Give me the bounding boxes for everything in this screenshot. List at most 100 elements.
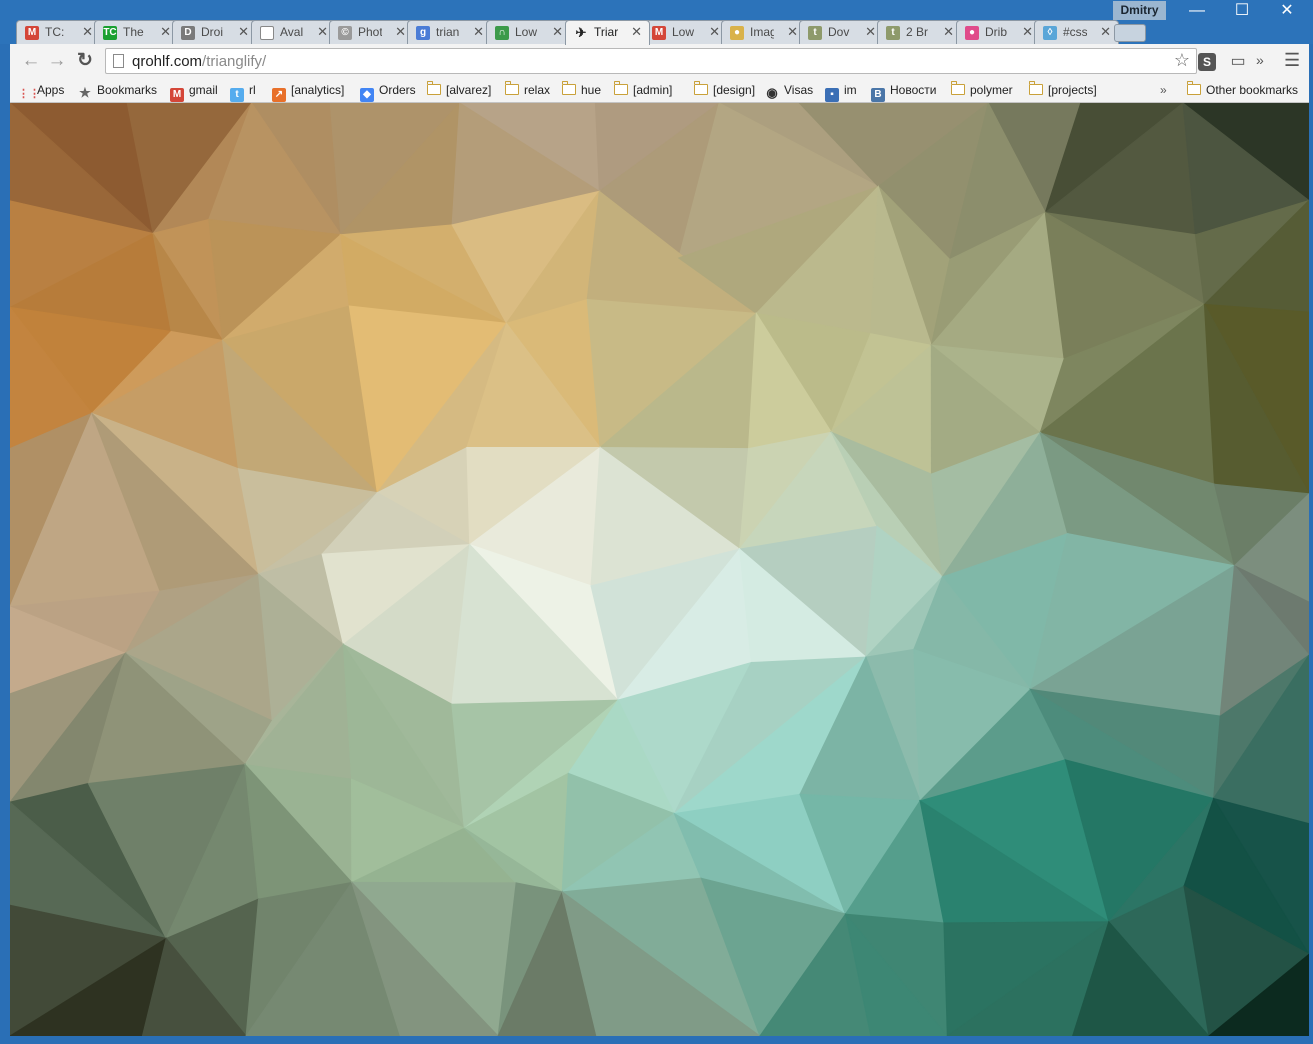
- techcrunch-icon: TC: [103, 26, 117, 40]
- maximize-button[interactable]: ☐: [1220, 0, 1264, 22]
- bookmark-label: im: [844, 83, 857, 97]
- tab-13[interactable]: ◊ #css ✕: [1034, 20, 1119, 44]
- tab-title: Drib: [985, 25, 1008, 39]
- extension-s-icon[interactable]: S: [1198, 53, 1216, 71]
- tab-title: Triar: [594, 25, 618, 39]
- cast-icon[interactable]: ▭: [1228, 52, 1248, 72]
- tab-strip: M TC: ✕ TC The ✕ D Droi ✕ Aval ✕ © Phot ✕ g trian ✕ ∩ Low…: [16, 20, 1166, 45]
- gmail-icon: M: [170, 88, 184, 102]
- close-window-button[interactable]: ✕: [1265, 0, 1309, 22]
- bookmark-label: Visas: [784, 83, 814, 97]
- bookmark-2[interactable]: Mgmail: [170, 78, 218, 102]
- tab-close-icon[interactable]: ✕: [395, 21, 406, 43]
- chrome-menu-icon[interactable]: ☰: [1284, 50, 1300, 71]
- address-bar[interactable]: qrohlf.com/trianglify/ ☆: [105, 48, 1197, 74]
- reload-button[interactable]: ↻: [72, 48, 98, 74]
- bookmark-label: Bookmarks: [97, 83, 158, 97]
- tab-11[interactable]: t 2 Br ✕: [877, 20, 962, 44]
- tab-3[interactable]: Aval ✕: [251, 20, 336, 44]
- tab-7[interactable]: ✈ Triar ✕: [565, 20, 650, 45]
- tab-9[interactable]: ● Imag ✕: [721, 20, 806, 44]
- tab-title: Aval: [280, 25, 304, 39]
- tab-close-icon[interactable]: ✕: [787, 21, 798, 43]
- tab-title: 2 Br: [906, 25, 929, 39]
- tab-4[interactable]: © Phot ✕: [329, 20, 414, 44]
- bookmark-star-icon[interactable]: ☆: [1174, 50, 1190, 71]
- window-border-bottom: [0, 1036, 1313, 1044]
- tab-title: trian: [436, 25, 460, 39]
- copyright-icon: ©: [338, 26, 352, 40]
- tab-8[interactable]: M Low ✕: [643, 20, 728, 44]
- title-bar: Dmitry — ☐ ✕ M TC: ✕ TC The ✕ D Droi ✕ Aval ✕ © Pho…: [0, 0, 1313, 45]
- other-bookmarks[interactable]: Other bookmarks: [1186, 78, 1298, 102]
- url-host: qrohlf.com: [132, 53, 203, 70]
- bookmark-label: polymer: [970, 83, 1013, 97]
- bookmark-10[interactable]: [design]: [693, 78, 756, 102]
- tab-close-icon[interactable]: ✕: [709, 21, 720, 43]
- bookmark-9[interactable]: [admin]: [613, 78, 672, 102]
- star-icon: ★: [79, 85, 91, 100]
- tab-2[interactable]: D Droi ✕: [172, 20, 257, 44]
- twitter-icon: t: [230, 88, 244, 102]
- tab-title: Dov: [828, 25, 850, 39]
- tab-close-icon[interactable]: ✕: [317, 21, 328, 43]
- profile-button[interactable]: Dmitry: [1113, 1, 1166, 20]
- tab-close-icon[interactable]: ✕: [238, 21, 249, 43]
- tab-0[interactable]: M TC: ✕: [16, 20, 101, 44]
- folder-icon: [693, 81, 708, 95]
- seal-icon: ◉: [766, 85, 778, 100]
- bookmark-label: [design]: [713, 83, 756, 97]
- bookmark-11[interactable]: ◉ Visas: [765, 78, 813, 102]
- forward-button[interactable]: →: [44, 48, 70, 74]
- page-icon: [113, 54, 124, 68]
- tab-12[interactable]: ● Drib ✕: [956, 20, 1041, 44]
- analytics-icon: ↗: [272, 88, 286, 102]
- tab-close-icon[interactable]: ✕: [1022, 21, 1033, 43]
- bookmark-8[interactable]: hue: [561, 78, 602, 102]
- bookmark-6[interactable]: [alvarez]: [426, 78, 491, 102]
- bookmark-3[interactable]: t rl: [230, 78, 256, 102]
- extensions-overflow-button[interactable]: »: [1256, 52, 1264, 68]
- tab-close-icon[interactable]: ✕: [943, 21, 954, 43]
- tab-close-icon[interactable]: ✕: [865, 21, 876, 43]
- tab-close-icon[interactable]: ✕: [1100, 21, 1111, 43]
- new-tab-button[interactable]: [1114, 24, 1146, 42]
- tab-title: Low: [515, 25, 538, 39]
- tab-close-icon[interactable]: ✕: [552, 21, 563, 43]
- bookmark-0[interactable]: ⋮⋮Apps: [18, 78, 64, 102]
- bookmark-14[interactable]: polymer: [950, 78, 1013, 102]
- tab-close-icon[interactable]: ✕: [82, 21, 93, 43]
- dribbble-icon: ●: [965, 26, 979, 40]
- bookmark-12[interactable]: ▪ im: [825, 78, 857, 102]
- tab-close-icon[interactable]: ✕: [473, 21, 484, 43]
- rocket-icon: ✈: [575, 25, 587, 40]
- tab-1[interactable]: TC The ✕: [94, 20, 179, 44]
- bookmark-label: hue: [581, 83, 602, 97]
- folder-icon: [950, 81, 965, 95]
- tab-5[interactable]: g trian ✕: [407, 20, 492, 44]
- bookmark-13[interactable]: B Новости: [871, 78, 936, 102]
- tab-10[interactable]: t Dov ✕: [799, 20, 884, 44]
- trianglify-pattern: [10, 103, 1309, 1036]
- bookmark-15[interactable]: [projects]: [1028, 78, 1097, 102]
- tab-title: Imag: [750, 25, 774, 39]
- bookmark-7[interactable]: relax: [504, 78, 550, 102]
- tab-close-icon[interactable]: ✕: [631, 21, 642, 43]
- folder-icon: [504, 81, 519, 95]
- folder-icon: [1186, 81, 1201, 95]
- bookmark-1[interactable]: ★ Bookmarks: [78, 78, 157, 102]
- tab-title: Droi: [201, 25, 224, 39]
- minimize-button[interactable]: —: [1175, 0, 1219, 22]
- bookmark-4[interactable]: ↗ [analytics]: [272, 78, 344, 102]
- browser-toolbar: ← → ↻ qrohlf.com/trianglify/ ☆ S ▭ » ☰: [10, 44, 1309, 79]
- bookmark-label: gmail: [189, 83, 218, 97]
- bookmark-5[interactable]: ◆ Orders: [360, 78, 416, 102]
- tab-6[interactable]: ∩ Low ✕: [486, 20, 571, 44]
- tab-close-icon[interactable]: ✕: [160, 21, 171, 43]
- page-viewport: [10, 103, 1309, 1036]
- back-button[interactable]: ←: [18, 48, 44, 74]
- bookmarks-overflow-button[interactable]: »: [1160, 78, 1167, 102]
- bookmark-label: Orders: [379, 83, 416, 97]
- bookmark-label: Apps: [37, 83, 65, 97]
- url-text[interactable]: qrohlf.com/trianglify/: [132, 53, 266, 70]
